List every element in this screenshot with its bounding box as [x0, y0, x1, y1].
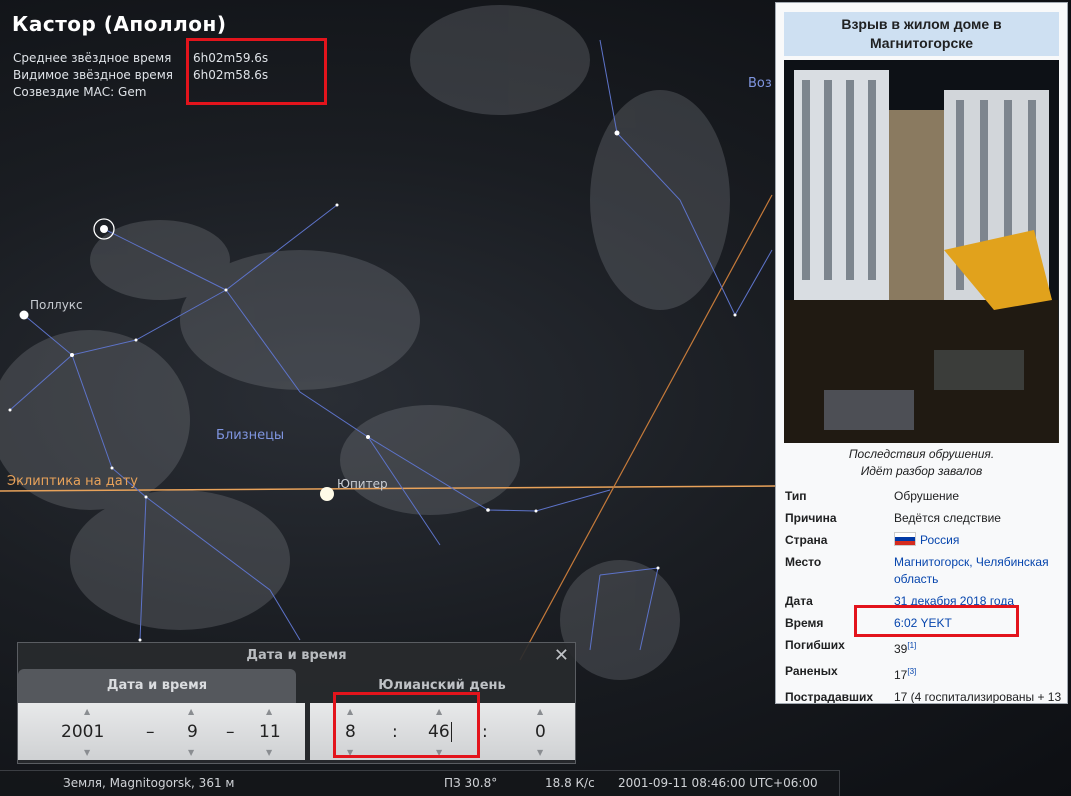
planet-jupiter: [320, 487, 334, 501]
fact-value: 17[3]: [894, 663, 1064, 684]
fact-value: Ведётся следствие: [894, 511, 1001, 525]
label-auriga-partial: Воз: [748, 76, 772, 91]
time-separator: :: [482, 722, 488, 742]
second-down-arrow-icon[interactable]: ▼: [537, 748, 543, 757]
wiki-title: Взрыв в жилом доме в Магнитогорске: [784, 12, 1059, 56]
wiki-facts-table: Тип Обрушение Причина Ведётся следствие …: [785, 488, 1067, 704]
fact-key: Причина: [785, 511, 837, 525]
star-castor: [100, 225, 108, 233]
second-input[interactable]: 0: [535, 722, 546, 742]
datetime-dialog: Дата и время ✕ Дата и время Юлианский де…: [17, 642, 576, 764]
fact-value: 17 (4 госпитализированы + 13: [894, 690, 1062, 704]
object-title: Кастор (Аполлон): [12, 12, 227, 36]
label-jupiter: Юпитер: [337, 477, 388, 491]
day-input[interactable]: 11: [259, 722, 281, 742]
wiki-infobox: Взрыв в жилом доме в Магнитогорске После…: [775, 2, 1068, 704]
gemini-art-body: [180, 250, 420, 390]
date-separator: –: [146, 722, 155, 742]
wiki-photo[interactable]: [784, 60, 1059, 443]
gemini-art-legs: [340, 405, 520, 515]
ref-link[interactable]: [3]: [907, 667, 916, 676]
injured-count: 17: [894, 668, 908, 682]
day-down-arrow-icon[interactable]: ▼: [266, 748, 272, 757]
fps-text: 18.8 К/с: [545, 776, 595, 790]
status-bar: Земля, Magnitogorsk, 361 м ПЗ 30.8° 18.8…: [0, 770, 840, 796]
caption-line: Идёт разбор завалов: [860, 464, 983, 478]
fact-row-cause: Причина Ведётся следствие: [785, 510, 1067, 527]
date-fields: ▲ ▼ 2001 – ▲ ▼ 9 – ▲ ▼ 11: [18, 703, 305, 760]
info-label: Среднее звёздное время: [13, 51, 172, 65]
russia-flag-icon: [894, 532, 916, 546]
info-label: Видимое звёздное время: [13, 68, 173, 82]
cancer-art: [560, 560, 680, 680]
second-up-arrow-icon[interactable]: ▲: [537, 707, 543, 716]
star-pollux: [19, 310, 29, 320]
fact-row-killed: Погибших 39[1]: [785, 637, 1067, 658]
dialog-title: Дата и время: [246, 648, 347, 663]
auriga-art-body: [590, 90, 730, 310]
fact-key: Погибших: [785, 638, 845, 652]
fact-key: Место: [785, 555, 822, 569]
year-up-arrow-icon[interactable]: ▲: [84, 707, 90, 716]
month-up-arrow-icon[interactable]: ▲: [188, 707, 194, 716]
highlight-box-time: [854, 605, 1019, 637]
fact-row-country: Страна Россия: [785, 532, 1067, 549]
gemini-art-twin-legs: [70, 490, 290, 630]
highlight-box-clock: [333, 692, 480, 758]
month-input[interactable]: 9: [187, 722, 198, 742]
date-separator: –: [226, 722, 235, 742]
year-input[interactable]: 2001: [61, 722, 104, 742]
killed-count: 39: [894, 642, 908, 656]
caption-line: Последствия обрушения.: [848, 447, 995, 461]
year-down-arrow-icon[interactable]: ▼: [84, 748, 90, 757]
collapsed-building-photo: [784, 60, 1058, 443]
fact-key: Тип: [785, 489, 807, 503]
fact-value: Россия: [894, 532, 1064, 549]
fact-row-place: Место Магнитогорск, Челябинская область: [785, 554, 1067, 588]
highlight-box-sidereal: [186, 38, 327, 105]
auriga-art: [410, 5, 590, 115]
tab-date-time[interactable]: Дата и время: [18, 669, 296, 703]
fact-key: Страна: [785, 533, 828, 547]
fact-row-injured: Раненых 17[3]: [785, 663, 1067, 684]
label-gemini: Близнецы: [216, 428, 285, 443]
wiki-caption: Последствия обрушения. Идёт разбор завал…: [776, 446, 1067, 480]
fact-row-type: Тип Обрушение: [785, 488, 1067, 505]
fov-text: ПЗ 30.8°: [444, 776, 498, 790]
fact-key: Пострадавших: [785, 690, 874, 704]
label-ecliptic: Эклиптика на дату: [7, 474, 138, 489]
fact-value: Обрушение: [894, 489, 960, 503]
info-label: Созвездие МАС: Gem: [13, 85, 147, 99]
location-text[interactable]: Земля, Magnitogorsk, 361 м: [63, 776, 234, 790]
fact-value: 39[1]: [894, 637, 1064, 658]
datetime-text[interactable]: 2001-09-11 08:46:00 UTC+06:00: [618, 776, 818, 790]
fact-key: Раненых: [785, 664, 838, 678]
ref-link[interactable]: [1]: [907, 641, 916, 650]
label-pollux: Поллукс: [30, 298, 83, 312]
close-icon[interactable]: ✕: [554, 645, 569, 667]
country-link[interactable]: Россия: [920, 533, 959, 547]
place-link[interactable]: Магнитогорск, Челябинская область: [894, 554, 1064, 588]
month-down-arrow-icon[interactable]: ▼: [188, 748, 194, 757]
day-up-arrow-icon[interactable]: ▲: [266, 707, 272, 716]
fact-row-affected: Пострадавших 17 (4 госпитализированы + 1…: [785, 689, 1067, 704]
